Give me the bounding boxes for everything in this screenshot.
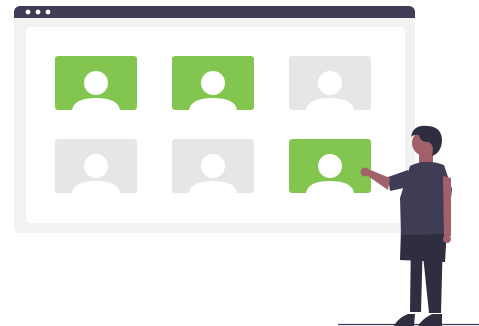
profile-card-unselected[interactable] [55,139,137,193]
window-control-dot [35,9,41,15]
avatar-head [318,154,342,178]
window-control-dot [45,9,51,15]
profile-card-unselected[interactable] [289,56,371,110]
avatar-head [201,71,225,95]
scene-svg [14,6,479,326]
profile-card-unselected[interactable] [172,139,254,193]
window-title-bar [14,6,415,18]
person-back-shoe [394,314,415,326]
avatar-head [318,71,342,95]
person-hanging-hand [443,235,451,243]
browser-window [14,6,415,233]
window-control-dot [25,9,31,15]
avatar-head [201,154,225,178]
person-hanging-arm [443,176,451,236]
person-hand [360,167,370,177]
person-front-shoe [418,314,442,326]
profile-card-selected[interactable] [55,56,137,110]
window-controls [25,9,51,15]
profile-card-selected[interactable] [289,139,371,193]
illustration-scene [0,0,479,326]
avatar-head [84,71,108,95]
profile-card-selected[interactable] [172,56,254,110]
avatar-head [84,154,108,178]
